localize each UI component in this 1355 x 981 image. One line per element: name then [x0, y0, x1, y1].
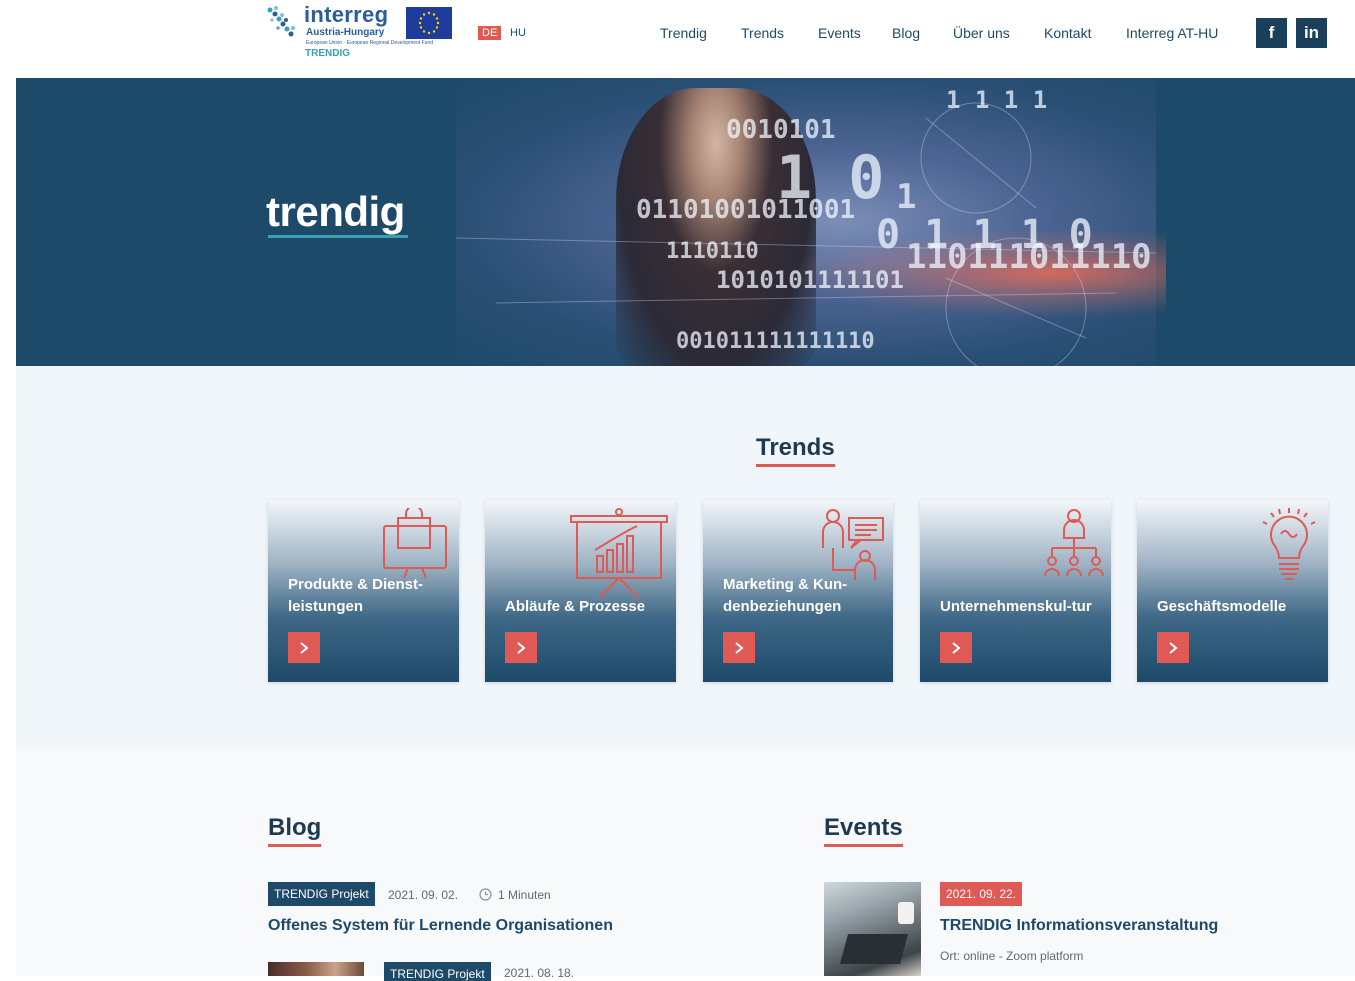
nav-interreg-at-hu[interactable]: Interreg AT-HU: [1126, 25, 1218, 41]
lang-hu[interactable]: HU: [506, 26, 530, 40]
eu-flag-icon: [406, 7, 452, 39]
events-title-text: Events: [824, 814, 903, 841]
svg-text:1 1 1 1: 1 1 1 1: [946, 86, 1047, 114]
svg-text:0010101: 0010101: [726, 115, 836, 145]
svg-text:1110110: 1110110: [666, 239, 759, 264]
logo-project: TRENDIG: [305, 48, 350, 59]
trend-card-geschaeftsmodelle[interactable]: Geschäftsmodelle: [1137, 500, 1328, 682]
dna-logo-icon: [267, 6, 295, 37]
lang-de[interactable]: DE: [478, 26, 502, 40]
laptop-shape: [839, 934, 909, 964]
customer-chat-icon: [822, 509, 884, 580]
chevron-right-icon: [300, 642, 309, 654]
events-title: Events: [824, 814, 903, 847]
blog-title-text: Blog: [268, 814, 322, 841]
blog-title: Blog: [268, 814, 322, 847]
hero-wordmark: trendig: [266, 188, 408, 238]
trend-card-label: Geschäftsmodelle: [1157, 598, 1287, 615]
svg-text:01101001011001: 01101001011001: [636, 195, 855, 225]
chevron-right-icon: [517, 642, 526, 654]
nav-events[interactable]: Events: [818, 25, 861, 41]
blog-post-title[interactable]: Offenes System für Lernende Organisation…: [268, 917, 613, 935]
nav-trendig[interactable]: Trendig: [660, 25, 707, 41]
blog-post-read-time: 1 Minuten: [498, 888, 551, 902]
title-underline: [756, 464, 835, 467]
cup-shape: [898, 902, 914, 924]
event-title[interactable]: TRENDIG Informationsveranstaltung: [940, 917, 1218, 935]
event-thumbnail[interactable]: [824, 882, 921, 976]
blog-events-section: [16, 748, 1355, 976]
org-chart-icon: [1044, 509, 1104, 577]
nav-blog[interactable]: Blog: [892, 25, 920, 41]
trend-card-arrow-button[interactable]: [1157, 632, 1189, 663]
blog-post-date: 2021. 08. 18.: [504, 966, 575, 980]
trends-title: Trends: [756, 434, 835, 467]
svg-text:110111011110: 110111011110: [906, 237, 1152, 277]
trend-card-produkte[interactable]: Produkte & Dienst-leistungen: [268, 500, 459, 682]
trends-title-text: Trends: [756, 434, 835, 461]
nav-trends[interactable]: Trends: [741, 25, 784, 41]
trend-card-arrow-button[interactable]: [288, 632, 320, 663]
title-underline: [268, 844, 322, 847]
title-underline: [824, 844, 903, 847]
svg-text:1010101111101: 1010101111101: [716, 266, 904, 294]
logo-brand: interreg: [304, 2, 389, 27]
shopping-bag-monitor-icon: [383, 508, 447, 579]
blog-post-date: 2021. 09. 02.: [388, 888, 459, 902]
trend-card-ablaeufe[interactable]: Abläufe & Prozesse: [485, 500, 676, 682]
trend-card-arrow-button[interactable]: [723, 632, 755, 663]
trend-card-arrow-button[interactable]: [505, 632, 537, 663]
event-date-badge: 2021. 09. 22.: [940, 882, 1023, 906]
nav-ueber-uns[interactable]: Über uns: [953, 25, 1010, 41]
interreg-logo[interactable]: interreg Austria-Hungary European Union …: [266, 2, 456, 62]
hero-image: 0010101 1 0 1 01101001011001 0 1 1 1 0 1…: [456, 78, 1166, 366]
svg-text:001011111111110: 001011111111110: [676, 329, 875, 354]
nav-kontakt[interactable]: Kontakt: [1044, 25, 1091, 41]
trend-card-label: Abläufe & Prozesse: [505, 598, 646, 615]
lightbulb-icon: [1262, 508, 1316, 580]
trend-card-unternehmenskultur[interactable]: Unternehmenskul-tur: [920, 500, 1111, 682]
presentation-chart-icon: [570, 508, 668, 599]
trend-card-arrow-button[interactable]: [940, 632, 972, 663]
blog-post-tag[interactable]: TRENDIG Projekt: [384, 962, 491, 981]
linkedin-icon[interactable]: in: [1296, 18, 1327, 48]
clock-icon: [479, 888, 492, 901]
trend-card-label: Marketing & Kun-denbeziehungen: [723, 576, 848, 615]
chevron-right-icon: [1169, 642, 1178, 654]
chevron-right-icon: [952, 642, 961, 654]
event-location: Ort: online - Zoom platform: [940, 949, 1084, 963]
hero-banner: 0010101 1 0 1 01101001011001 0 1 1 1 0 1…: [16, 78, 1355, 366]
site-header: interreg Austria-Hungary European Union …: [0, 0, 1355, 78]
logo-subtitle: Austria-Hungary: [306, 27, 385, 38]
trend-card-label: Unternehmenskul-tur: [940, 598, 1092, 615]
logo-fund: European Union · European Regional Devel…: [306, 40, 434, 46]
blog-post-thumbnail[interactable]: [268, 962, 364, 976]
hero-binary-art: 0010101 1 0 1 01101001011001 0 1 1 1 0 1…: [456, 86, 1156, 366]
trend-card-marketing[interactable]: Marketing & Kun-denbeziehungen: [703, 500, 893, 682]
svg-text:1: 1: [896, 177, 916, 217]
trend-card-label: Produkte & Dienst-leistungen: [288, 576, 424, 615]
facebook-icon[interactable]: f: [1256, 18, 1287, 48]
chevron-right-icon: [735, 642, 744, 654]
blog-post-tag[interactable]: TRENDIG Projekt: [268, 882, 375, 906]
